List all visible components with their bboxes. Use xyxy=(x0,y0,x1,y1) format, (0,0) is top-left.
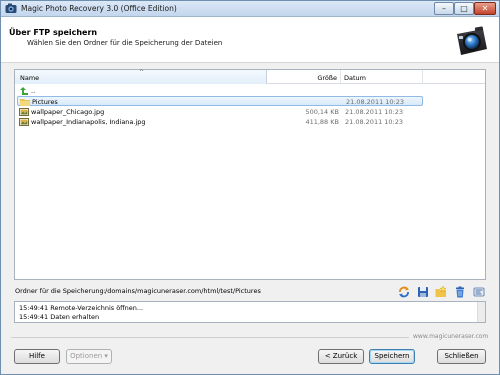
log-panel[interactable]: 15:49:41 Remote-Verzeichnis öffnen... 15… xyxy=(14,301,486,323)
save-folder-label: Ordner für die Speicherung: xyxy=(15,287,106,295)
image-file-icon xyxy=(19,118,29,126)
window-title: Magic Photo Recovery 3.0 (Office Edition… xyxy=(21,4,177,13)
list-item-date: 21.08.2011 10:23 xyxy=(345,108,404,116)
list-item-name: wallpaper_Chicago.jpg xyxy=(31,108,105,116)
camera-app-icon xyxy=(5,3,17,13)
log-scrollbar[interactable] xyxy=(477,302,485,322)
title-bar: Magic Photo Recovery 3.0 (Office Edition… xyxy=(1,1,499,17)
save-button[interactable]: Speichern xyxy=(369,349,415,364)
list-item-date: 21.08.2011 10:23 xyxy=(346,98,405,106)
column-header-date-label: Datum xyxy=(344,74,366,82)
column-header-size[interactable]: Größe xyxy=(267,70,341,84)
column-header-name[interactable]: ^ Name xyxy=(15,69,267,84)
list-item-parent[interactable]: .. xyxy=(15,86,485,96)
close-button[interactable]: Schließen xyxy=(437,349,486,364)
page-title: Über FTP speichern xyxy=(9,28,98,37)
back-button[interactable]: < Zurück xyxy=(318,349,364,364)
list-item-size: 500,14 KB xyxy=(305,108,339,116)
wizard-header: Über FTP speichern Wählen Sie den Ordner… xyxy=(1,17,499,63)
help-button[interactable]: Hilfe xyxy=(14,349,60,364)
log-line: 15:49:41 Remote-Verzeichnis öffnen... xyxy=(19,304,144,312)
list-item-pictures[interactable]: Pictures 21.08.2011 10:23 xyxy=(17,96,423,106)
new-folder-icon[interactable] xyxy=(435,286,447,298)
column-header-row: ^ Name Größe Datum xyxy=(15,69,485,84)
column-header-date[interactable]: Datum xyxy=(341,70,423,84)
minimize-button[interactable]: – xyxy=(434,2,454,15)
maximize-button[interactable]: □ xyxy=(454,2,474,15)
footer-divider xyxy=(11,337,409,338)
properties-icon[interactable] xyxy=(473,286,485,298)
website-watermark: www.magicuneraser.com xyxy=(413,333,489,340)
delete-icon[interactable] xyxy=(454,286,466,298)
column-header-name-label: Name xyxy=(20,74,40,82)
column-header-size-label: Größe xyxy=(317,74,337,82)
save-icon[interactable] xyxy=(417,286,429,298)
list-item-name: .. xyxy=(31,87,36,95)
refresh-icon[interactable] xyxy=(398,286,410,298)
options-button[interactable]: Optionen ▾ xyxy=(66,349,112,364)
list-item-file[interactable]: wallpaper_Chicago.jpg 500,14 KB 21.08.20… xyxy=(15,107,485,117)
up-arrow-icon xyxy=(20,87,28,95)
remote-file-list[interactable]: ^ Name Größe Datum .. Pictures 21.08.201… xyxy=(14,69,486,280)
list-item-file[interactable]: wallpaper_Indianapolis, Indiana.jpg 411,… xyxy=(15,117,485,127)
save-folder-path: /domains/magicuneraser.com/html/test/Pic… xyxy=(105,287,261,295)
list-item-date: 21.08.2011 10:23 xyxy=(345,118,404,126)
close-window-button[interactable]: ✕ xyxy=(474,2,496,15)
folder-icon xyxy=(20,99,30,106)
list-item-name: wallpaper_Indianapolis, Indiana.jpg xyxy=(31,118,146,126)
log-line: 15:49:41 Daten erhalten xyxy=(19,313,100,321)
list-item-size: 411,88 KB xyxy=(305,118,339,126)
sort-ascending-icon: ^ xyxy=(139,69,145,76)
page-subtitle: Wählen Sie den Ordner für die Speicherun… xyxy=(27,39,223,47)
app-window: Magic Photo Recovery 3.0 (Office Edition… xyxy=(0,0,500,375)
camera-logo-icon xyxy=(457,26,487,55)
list-item-name: Pictures xyxy=(32,98,58,106)
image-file-icon xyxy=(19,108,29,116)
